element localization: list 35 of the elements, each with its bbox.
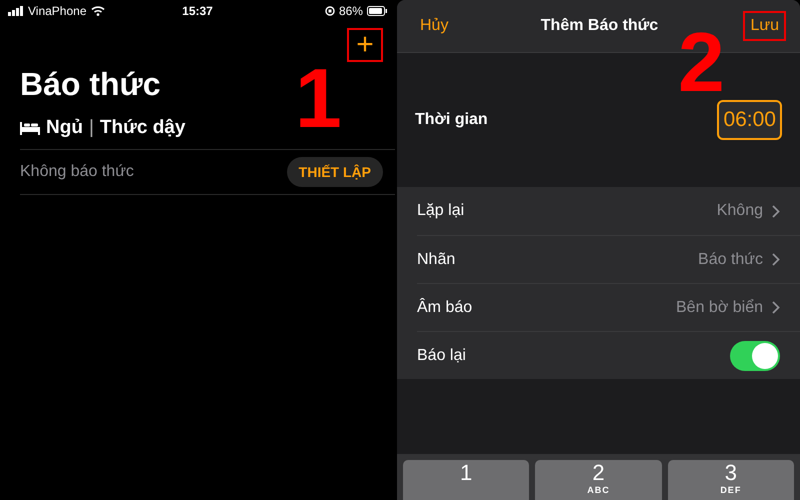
wifi-icon bbox=[90, 6, 104, 16]
setting-value: Báo thức bbox=[698, 250, 763, 268]
orientation-lock-icon bbox=[324, 6, 335, 16]
add-button[interactable]: + bbox=[347, 28, 383, 62]
sleep-label: Ngủ bbox=[46, 117, 83, 139]
separator: | bbox=[88, 117, 94, 139]
snooze-toggle[interactable] bbox=[730, 340, 780, 370]
keypad-key[interactable]: 2 ABC bbox=[535, 460, 662, 500]
bed-icon bbox=[20, 122, 40, 134]
chevron-icon bbox=[772, 253, 780, 266]
setting-label: Nhãn bbox=[417, 250, 456, 268]
step-number: 1 bbox=[295, 56, 342, 140]
wake-label: Thức dậy bbox=[100, 117, 186, 139]
chevron-icon bbox=[772, 301, 780, 314]
time-picker[interactable]: 06:00 bbox=[717, 100, 782, 140]
cancel-button[interactable]: Hủy bbox=[413, 11, 456, 41]
keypad-key[interactable]: 3 DEF bbox=[668, 460, 794, 500]
setting-label: Âm báo bbox=[417, 298, 472, 316]
status-time: 15:37 bbox=[182, 4, 213, 18]
no-alarm-text: Không báo thức bbox=[20, 163, 134, 181]
carrier-name: VinaPhone bbox=[28, 4, 86, 18]
battery-percent: 86% bbox=[338, 4, 363, 18]
save-button[interactable]: Lưu bbox=[743, 11, 786, 41]
setting-value: Không bbox=[716, 202, 763, 220]
chevron-icon bbox=[772, 204, 780, 218]
battery-icon bbox=[366, 6, 387, 16]
setting-label: Báo lại bbox=[417, 346, 466, 364]
signal-icon bbox=[8, 6, 24, 16]
setup-button[interactable]: THIẾT LẬP bbox=[286, 157, 383, 187]
sheet-title: Thêm Báo thức bbox=[540, 17, 658, 35]
keypad-key[interactable]: 1 bbox=[403, 460, 530, 500]
page-title: Báo thức bbox=[20, 66, 161, 103]
setting-label: Lặp lại bbox=[417, 202, 464, 220]
time-label: Thời gian bbox=[415, 111, 488, 129]
setting-value: Bên bờ biển bbox=[676, 298, 763, 316]
